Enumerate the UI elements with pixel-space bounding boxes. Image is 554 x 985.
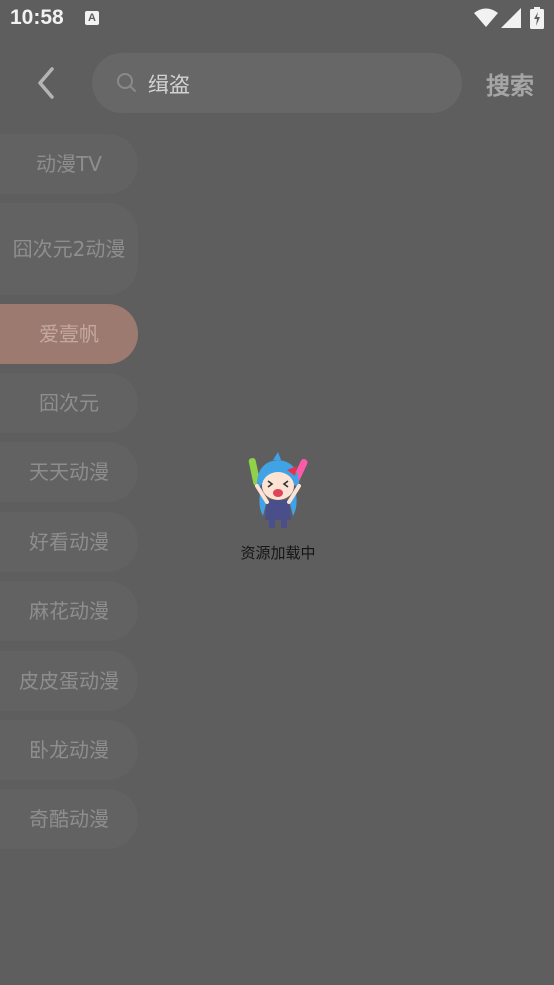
search-button[interactable]: 搜索 bbox=[486, 66, 534, 101]
loading-mascot-icon bbox=[248, 452, 308, 528]
source-item[interactable]: 麻花动漫 bbox=[0, 581, 138, 641]
source-item[interactable]: 好看动漫 bbox=[0, 512, 138, 572]
search-input[interactable] bbox=[146, 66, 450, 102]
notification-app-icon: A bbox=[85, 11, 99, 25]
source-item-label: 好看动漫 bbox=[29, 529, 109, 554]
wifi-icon bbox=[474, 8, 498, 27]
source-item-label: 奇酷动漫 bbox=[29, 806, 109, 831]
source-item[interactable]: 皮皮蛋动漫 bbox=[0, 651, 138, 711]
source-item[interactable]: 奇酷动漫 bbox=[0, 789, 138, 849]
source-item[interactable]: 卧龙动漫 bbox=[0, 720, 138, 780]
loading-indicator: 资源加载中 bbox=[226, 450, 330, 563]
source-item-label: 卧龙动漫 bbox=[29, 737, 109, 762]
search-bar[interactable] bbox=[92, 53, 462, 113]
source-item-label: 囧次元2动漫 bbox=[12, 236, 126, 261]
source-item-label: 囧次元 bbox=[39, 390, 99, 415]
source-item[interactable]: 动漫TV bbox=[0, 134, 138, 194]
status-bar: 10:58 A bbox=[0, 0, 554, 36]
source-item-label: 天天动漫 bbox=[29, 459, 109, 484]
status-time: 10:58 bbox=[10, 6, 64, 29]
back-button[interactable] bbox=[30, 63, 64, 103]
loading-text: 资源加载中 bbox=[240, 544, 316, 562]
source-item[interactable]: 天天动漫 bbox=[0, 442, 138, 502]
chevron-left-icon bbox=[38, 67, 54, 99]
source-item-active[interactable]: 爱壹帆 bbox=[0, 304, 138, 364]
search-icon bbox=[117, 73, 136, 92]
signal-icon bbox=[501, 8, 521, 28]
source-item-label: 爱壹帆 bbox=[39, 321, 99, 346]
source-item[interactable]: 囧次元2动漫 bbox=[0, 203, 138, 295]
source-item-label: 皮皮蛋动漫 bbox=[19, 668, 119, 693]
battery-charging-icon bbox=[530, 7, 544, 29]
source-item-label: 动漫TV bbox=[36, 151, 102, 176]
source-item-label: 麻花动漫 bbox=[29, 598, 109, 623]
source-item[interactable]: 囧次元 bbox=[0, 373, 138, 433]
